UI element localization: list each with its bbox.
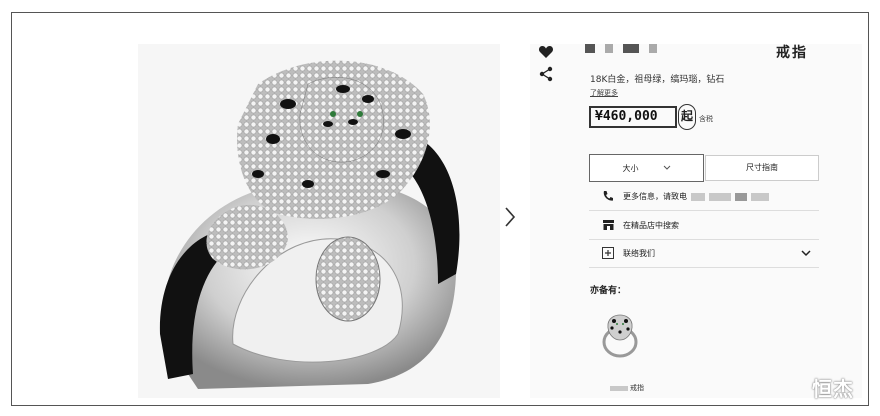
redacted-thumbnail-brand — [610, 386, 628, 391]
tax-included-label: 含税 — [699, 115, 713, 123]
redacted-brand-name — [585, 44, 657, 53]
also-available-heading: 亦备有： — [590, 286, 627, 296]
size-dropdown[interactable]: 大小 — [589, 154, 704, 182]
redacted-phone-number-part — [735, 192, 747, 201]
product-materials: 18K白金，祖母绿，缟玛瑙，钻石 — [590, 75, 725, 85]
heart-icon — [538, 46, 554, 58]
next-image-arrow[interactable] — [500, 204, 520, 230]
learn-more-link[interactable]: 了解更多 — [590, 88, 618, 98]
phone-contact-text: 更多信息，请致电 — [623, 192, 687, 201]
share-button[interactable] — [538, 66, 554, 82]
watermark: 恒杰 — [812, 377, 854, 401]
plus-box-icon — [599, 246, 617, 261]
chevron-right-icon — [505, 207, 516, 227]
price-from-label: 起 — [678, 104, 696, 130]
contact-us-row[interactable]: 联络我们 — [589, 240, 819, 268]
product-image — [138, 44, 500, 398]
redacted-phone-number-part — [709, 192, 731, 201]
panther-ring-image — [159, 60, 460, 389]
store-icon — [599, 219, 617, 233]
size-dropdown-label: 大小 — [622, 163, 639, 173]
related-product-thumbnail[interactable] — [600, 308, 640, 360]
product-price: ¥460,000 — [589, 106, 677, 128]
product-title: 戒指 — [776, 45, 808, 61]
phone-contact-row[interactable]: 更多信息，请致电 — [589, 183, 819, 211]
related-product-label[interactable]: 戒指 — [630, 383, 644, 393]
share-icon — [539, 66, 553, 82]
size-guide-button[interactable]: 尺寸指南 — [705, 155, 819, 181]
redacted-phone-number — [691, 192, 705, 201]
store-search-row[interactable]: 在精品店中搜索 — [589, 212, 819, 240]
phone-icon — [599, 190, 617, 204]
store-search-text: 在精品店中搜索 — [623, 221, 679, 230]
panther-ring-thumbnail — [602, 314, 638, 358]
chevron-down-icon — [801, 250, 811, 257]
wishlist-button[interactable] — [538, 44, 554, 60]
contact-us-text: 联络我们 — [623, 249, 655, 258]
redacted-phone-number-part — [751, 192, 769, 201]
chevron-down-icon — [663, 165, 670, 170]
